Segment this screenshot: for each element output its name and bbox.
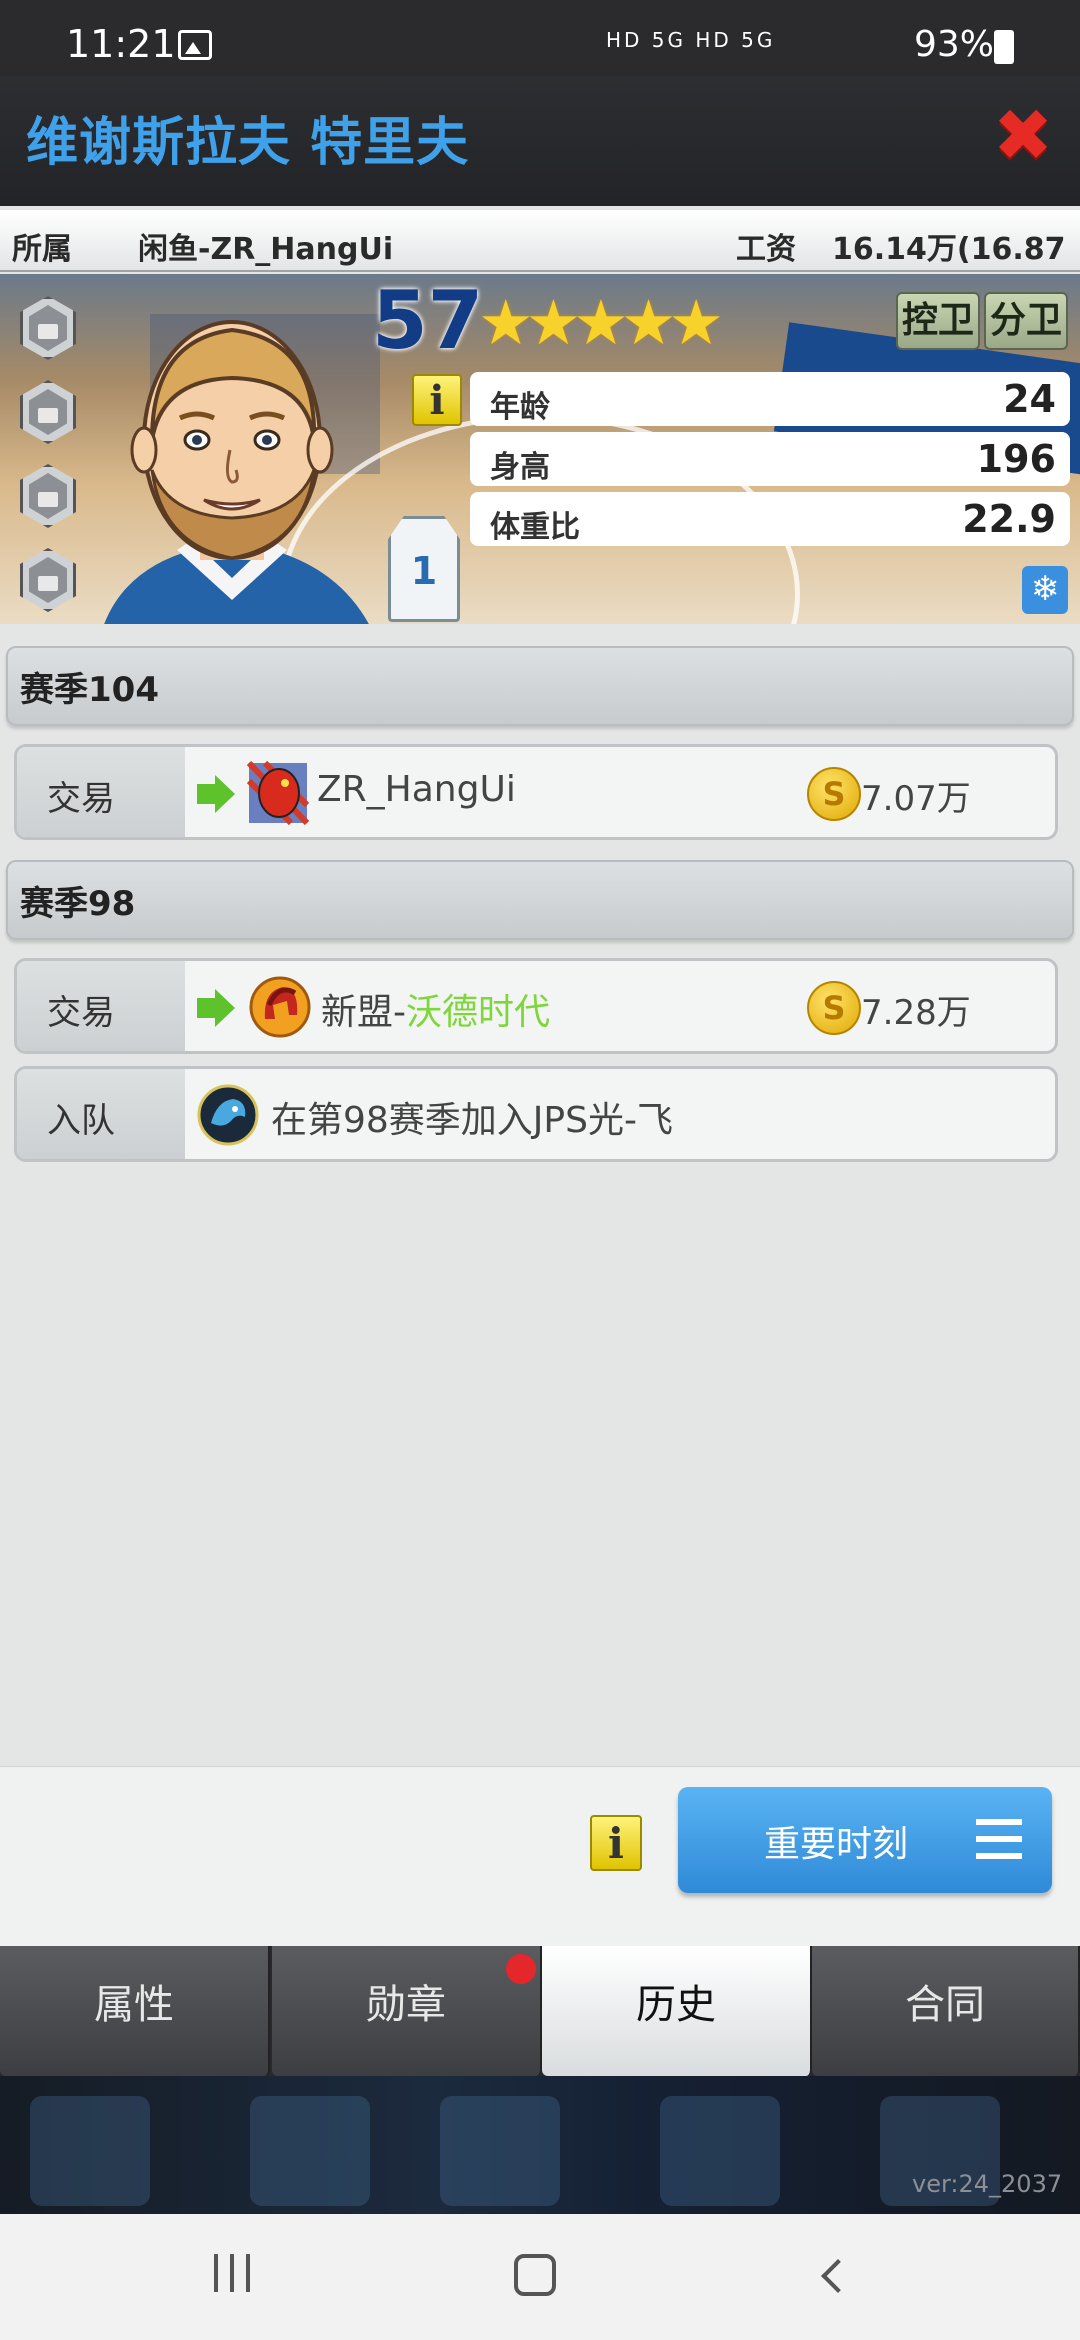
history-entry: 入队 在第98赛季加入JPS光-飞: [14, 1066, 1058, 1162]
team-name: 新盟-沃德时代: [321, 992, 551, 1033]
key-moments-button[interactable]: 重要时刻: [678, 1787, 1052, 1893]
season-header: 赛季98: [6, 860, 1074, 940]
info-row: 所属 闲鱼-ZR_HangUi 工资 16.14万(16.87万): [0, 210, 1080, 311]
player-card: 57 ★★★★★ 控卫 分卫 i 年龄 24 身高 196 体重比 22.9 1…: [0, 274, 1080, 624]
season-title: 赛季104: [20, 670, 159, 710]
history-entry: 交易 ZR_HangUi S 7.07万: [14, 744, 1058, 840]
star-rating: ★★★★★: [478, 286, 724, 359]
stat-height: 身高 196: [470, 432, 1070, 486]
player-name: 维谢斯拉夫 特里夫: [26, 113, 470, 173]
menu-icon: [976, 1819, 1022, 1859]
arrow-right-icon: [197, 989, 237, 1027]
status-bar: 11:21 HD 5G HD 5G 93%: [0, 0, 1080, 76]
recent-apps-icon[interactable]: [214, 2254, 254, 2292]
team-name: ZR_HangUi: [317, 769, 516, 810]
version-label: ver:24_2037: [912, 2170, 1063, 2198]
tab-label: 勋章: [366, 1982, 446, 2028]
stat-value: 22.9: [962, 497, 1056, 541]
team-name-highlight: 沃德时代: [406, 992, 551, 1033]
clock: 11:21: [66, 22, 176, 66]
network-indicators: HD 5G HD 5G: [606, 28, 776, 52]
overall-rating: 57: [372, 274, 484, 367]
team-logo-spartan-icon: [249, 976, 311, 1038]
key-moments-label: 重要时刻: [764, 1824, 909, 1865]
team-logo-dinosaur-icon: [247, 761, 309, 825]
gallery-icon: [178, 30, 212, 60]
position-badge: 分卫: [984, 292, 1068, 350]
player-avatar: [104, 320, 369, 624]
battery-icon: [994, 30, 1014, 64]
system-nav-bar: [0, 2214, 1080, 2340]
stat-value: 24: [1003, 377, 1056, 421]
tab-history[interactable]: 历史: [542, 1946, 812, 2076]
home-icon[interactable]: [514, 2254, 556, 2296]
team-value: 闲鱼-ZR_HangUi: [138, 232, 394, 267]
stat-label: 年龄: [490, 390, 550, 425]
tab-contract[interactable]: 合同: [812, 1946, 1080, 2076]
stat-label: 身高: [490, 450, 550, 485]
season-header: 赛季104: [6, 646, 1074, 726]
entry-type: 交易: [47, 779, 115, 819]
season-title: 赛季98: [20, 884, 136, 924]
stat-age: 年龄 24: [470, 372, 1070, 426]
battery-percentage: 93%: [914, 24, 995, 65]
tab-bar: 属性 勋章 历史 合同: [0, 1946, 1080, 2076]
coin-icon: S: [807, 767, 861, 821]
entry-type: 交易: [47, 993, 115, 1033]
team-label: 所属: [12, 232, 72, 267]
position-badge: 控卫: [896, 292, 980, 350]
snowflake-icon[interactable]: ❄: [1022, 566, 1068, 614]
team-logo-dragon-icon: [197, 1084, 259, 1146]
info-icon[interactable]: i: [412, 374, 462, 426]
back-icon[interactable]: [821, 2259, 855, 2293]
history-entry: 交易 新盟-沃德时代 S 7.28万: [14, 958, 1058, 1054]
transfer-amount: 7.07万: [861, 779, 971, 819]
salary-label: 工资: [736, 232, 796, 267]
coin-icon: S: [807, 981, 861, 1035]
notification-dot: [506, 1954, 536, 1984]
info-icon[interactable]: i: [590, 1815, 642, 1871]
arrow-right-icon: [197, 775, 237, 813]
join-description: 在第98赛季加入JPS光-飞: [271, 1100, 673, 1141]
entry-type: 入队: [47, 1101, 115, 1141]
stat-value: 196: [976, 437, 1056, 481]
tab-badges[interactable]: 勋章: [272, 1946, 542, 2076]
stat-label: 体重比: [490, 510, 580, 545]
close-icon[interactable]: ✖: [992, 99, 1054, 171]
title-bar: 维谢斯拉夫 特里夫 ✖: [0, 76, 1080, 206]
action-bar: i 重要时刻: [0, 1766, 1080, 1946]
stat-weight-ratio: 体重比 22.9: [470, 492, 1070, 546]
jersey-icon: 1: [388, 516, 460, 622]
jersey-number: 1: [410, 549, 438, 593]
transfer-amount: 7.28万: [861, 993, 971, 1033]
tab-attributes[interactable]: 属性: [0, 1946, 270, 2076]
